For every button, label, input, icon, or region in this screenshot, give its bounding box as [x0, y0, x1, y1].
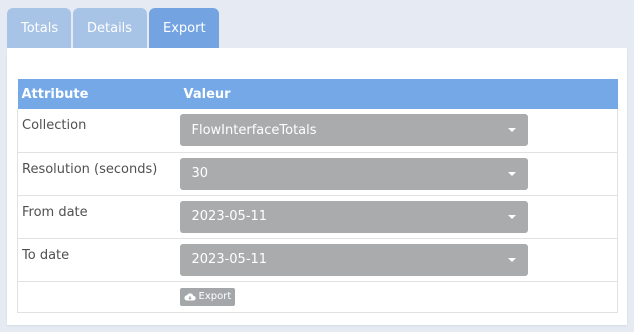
tab-export[interactable]: Export: [149, 8, 219, 48]
table-row-to-date: To date 2023-05-11: [17, 238, 618, 282]
export-button[interactable]: Export: [179, 287, 236, 306]
from-date-cell: 2023-05-11: [179, 195, 618, 239]
chevron-down-icon: [507, 171, 516, 176]
export-button-label: Export: [198, 291, 232, 302]
actions-empty-cell: [17, 281, 180, 313]
collection-cell: FlowInterfaceTotals: [179, 109, 618, 153]
table-row-actions: Export: [17, 281, 618, 313]
resolution-label: Resolution (seconds): [17, 152, 180, 196]
tab-totals[interactable]: Totals: [7, 8, 71, 48]
resolution-select-value: 30: [191, 166, 209, 181]
from-date-label: From date: [17, 195, 180, 239]
table-row-collection: Collection FlowInterfaceTotals: [17, 109, 618, 153]
attribute-column-header: Attribute: [17, 79, 180, 109]
collection-select-value: FlowInterfaceTotals: [191, 122, 317, 138]
export-panel: Attribute Valeur Collection FlowInterfac…: [7, 48, 627, 325]
to-date-cell: 2023-05-11: [179, 238, 618, 282]
chevron-down-icon: [507, 257, 516, 262]
chevron-down-icon: [507, 214, 516, 219]
table-header-row: Attribute Valeur: [17, 79, 618, 109]
from-date-select[interactable]: 2023-05-11: [179, 200, 528, 233]
collection-select[interactable]: FlowInterfaceTotals: [179, 114, 528, 146]
chevron-down-icon: [507, 128, 516, 132]
table-row-resolution: Resolution (seconds) 30: [17, 152, 618, 196]
to-date-select-value: 2023-05-11: [191, 252, 268, 267]
export-attributes-table: Attribute Valeur Collection FlowInterfac…: [17, 79, 618, 313]
tab-details[interactable]: Details: [73, 8, 147, 48]
cloud-download-icon: [183, 292, 196, 300]
table-row-from-date: From date 2023-05-11: [17, 195, 618, 239]
to-date-select[interactable]: 2023-05-11: [179, 243, 528, 276]
resolution-select[interactable]: 30: [179, 157, 528, 190]
from-date-select-value: 2023-05-11: [191, 209, 268, 224]
actions-cell: Export: [179, 281, 618, 313]
collection-label: Collection: [17, 109, 180, 153]
resolution-cell: 30: [179, 152, 618, 196]
tab-bar: Totals Details Export: [7, 8, 219, 48]
value-column-header: Valeur: [179, 79, 618, 109]
to-date-label: To date: [17, 238, 180, 282]
